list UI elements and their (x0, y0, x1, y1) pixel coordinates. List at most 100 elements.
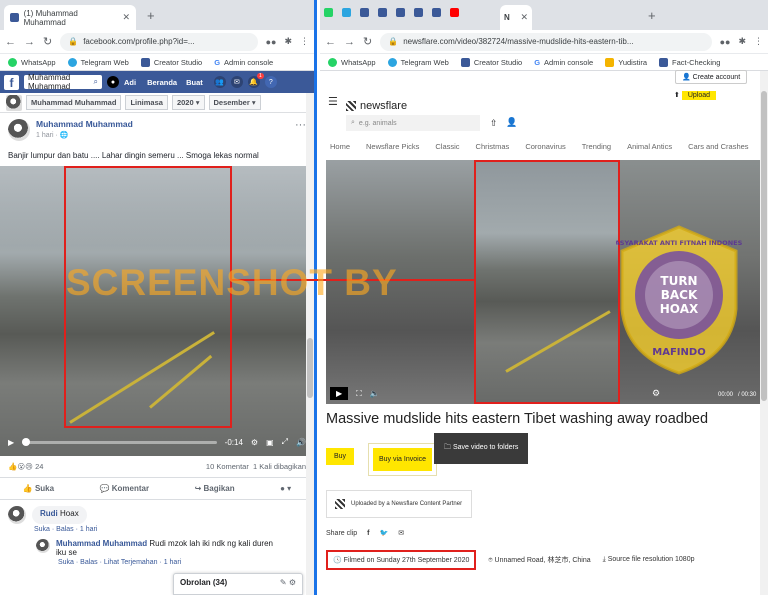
like-button[interactable]: 👍 Suka (23, 484, 54, 493)
author-avatar[interactable] (8, 119, 30, 141)
bookmark-whatsapp[interactable]: WhatsApp (328, 57, 376, 67)
tab-facebook[interactable]: (1) Muhammad Muhammad ✕ (4, 5, 136, 30)
background-tab-favicon-icon[interactable] (360, 8, 369, 17)
comment-count[interactable]: 10 Komentar (206, 462, 249, 471)
close-tab-icon[interactable]: ✕ (520, 12, 528, 23)
fullscreen-icon[interactable]: ⤢ (282, 437, 288, 447)
address-bar[interactable]: 🔒 facebook.com/profile.php?id=... (60, 32, 258, 51)
user-icon[interactable]: 👤 (506, 117, 517, 128)
email-share-icon[interactable]: ✉ (398, 529, 404, 537)
profile-name-button[interactable]: Muhammad Muhammad (26, 95, 122, 110)
back-icon[interactable]: ← (5, 36, 16, 48)
background-tab-favicon-icon[interactable] (342, 8, 351, 17)
right-scrollbar[interactable] (760, 71, 768, 595)
hamburger-menu-icon[interactable]: ☰ (328, 95, 338, 108)
bookmark-creator-studio[interactable]: Creator Studio (140, 57, 202, 67)
category-tab[interactable]: Newsflare Picks (366, 142, 419, 151)
reaction-summary[interactable]: 👍😮😢 24 (8, 462, 43, 471)
upload-icon[interactable]: ⇧ (490, 118, 498, 129)
newsflare-search-input[interactable]: ⌕ e.g. animals (346, 115, 480, 131)
reply-avatar[interactable] (36, 539, 50, 553)
bookmark-yudistira[interactable]: Yudistira (605, 57, 647, 67)
play-icon[interactable]: ▶ (8, 438, 14, 447)
bookmark-admin-console[interactable]: G Admin console (214, 58, 273, 67)
background-tab-favicon-icon[interactable] (414, 8, 423, 17)
post-time[interactable]: 1 hari · 🌐 (36, 131, 133, 139)
bookmark-whatsapp[interactable]: WhatsApp (8, 57, 56, 67)
commenter-avatar[interactable] (8, 506, 26, 524)
category-tab[interactable]: Animal Antics (627, 142, 672, 151)
upload-button[interactable]: ⬆ Upload (674, 91, 716, 100)
puzzle-icon[interactable]: ✱ (284, 36, 292, 47)
chat-options-icon[interactable]: ✎ ⚙ (280, 578, 296, 587)
reply-links[interactable]: Suka · Balas · Lihat Terjemahan · 1 hari (0, 557, 314, 566)
facebook-search-input[interactable]: Muhammad Muhammad ⌕ (24, 73, 102, 91)
category-tab[interactable]: Home (330, 142, 350, 151)
bookmark-telegram[interactable]: Telegram Web (67, 57, 129, 67)
category-tab[interactable]: Cars and Crashes (688, 142, 748, 151)
category-tab[interactable]: Classic (435, 142, 459, 151)
bookmark-admin-console[interactable]: G Admin console (534, 58, 593, 67)
nav-create[interactable]: Buat (186, 78, 203, 87)
buy-invoice-button[interactable]: Buy via Invoice (368, 443, 438, 476)
share-button[interactable]: ↪ Bagikan (195, 484, 235, 493)
timeline-button[interactable]: Linimasa (125, 95, 168, 110)
nav-home[interactable]: Beranda (147, 78, 177, 87)
twitter-share-icon[interactable]: 🐦 (379, 529, 388, 537)
category-tab[interactable]: Coronavirus (525, 142, 565, 151)
settings-icon[interactable]: ⚙ (251, 438, 258, 447)
bookmark-fact-checking[interactable]: Fact-Checking (659, 57, 720, 67)
comment-button[interactable]: 💬 Komentar (100, 484, 150, 493)
chat-bar[interactable]: Obrolan (34) ✎ ⚙ (173, 573, 303, 595)
left-scrollbar[interactable] (306, 93, 314, 595)
new-tab-icon[interactable]: + (147, 8, 155, 23)
tab-newsflare[interactable]: N ✕ (500, 5, 532, 30)
video-progress-bar[interactable] (22, 437, 217, 446)
forward-icon[interactable]: → (24, 36, 35, 48)
background-tab-favicon-icon[interactable] (432, 8, 441, 17)
search-icon[interactable]: ⌕ (94, 77, 98, 87)
help-icon[interactable]: ? (264, 76, 277, 88)
bookmark-creator-studio[interactable]: Creator Studio (460, 57, 522, 67)
extension-icon[interactable]: ●● (266, 37, 277, 47)
buy-button[interactable]: Buy (326, 448, 355, 465)
volume-icon[interactable]: 🔈 (370, 389, 380, 398)
forward-icon[interactable]: → (344, 36, 355, 48)
volume-icon[interactable]: 🔊 (296, 438, 306, 447)
address-bar[interactable]: 🔒 newsflare.com/video/382724/massive-muds… (380, 32, 712, 51)
share-count[interactable]: 1 Kali dibagikan (253, 462, 306, 471)
fullscreen-icon[interactable]: ⛶ (356, 389, 362, 399)
settings-icon[interactable]: ⚙ (652, 388, 660, 399)
menu-icon[interactable]: ⋮ (754, 36, 763, 47)
reply-author[interactable]: Muhammad Muhammad (56, 539, 147, 548)
extension-icon[interactable]: ●● (720, 37, 731, 47)
comment-links[interactable]: Suka · Balas · 1 hari (0, 524, 314, 533)
nav-user[interactable]: Adi (124, 78, 136, 87)
friends-icon[interactable]: 👥 (213, 76, 226, 88)
create-account-button[interactable]: 👤 Create account (675, 70, 748, 84)
comment-author[interactable]: Rudi (40, 509, 58, 518)
profile-avatar[interactable] (6, 94, 22, 111)
audience-selector[interactable]: ● ▾ (280, 484, 291, 493)
year-dropdown[interactable]: 2020 ▾ (171, 95, 205, 110)
reload-icon[interactable]: ↻ (43, 35, 52, 48)
back-icon[interactable]: ← (325, 36, 336, 48)
play-icon[interactable]: ▶ (330, 387, 349, 400)
puzzle-icon[interactable]: ✱ (738, 36, 746, 47)
save-folders-button[interactable]: 🗀 Save video to folders (434, 433, 529, 464)
facebook-video-player[interactable]: ▶ -0:14 ⚙ ▣ ⤢ 🔊 (0, 166, 314, 456)
background-tab-favicon-icon[interactable] (450, 8, 459, 17)
facebook-logo-icon[interactable]: f (4, 74, 19, 90)
background-tab-favicon-icon[interactable] (324, 8, 333, 17)
messenger-icon[interactable]: ✉ (230, 76, 243, 88)
close-tab-icon[interactable]: ✕ (122, 12, 130, 23)
facebook-share-icon[interactable]: f (367, 530, 369, 537)
month-dropdown[interactable]: Desember ▾ (208, 95, 261, 110)
pip-icon[interactable]: ▣ (266, 438, 274, 447)
user-avatar-icon[interactable]: ● (107, 76, 119, 88)
reload-icon[interactable]: ↻ (363, 35, 372, 48)
notifications-icon[interactable]: 🔔 1 (247, 73, 264, 88)
newsflare-logo[interactable]: newsflare (346, 100, 407, 112)
category-tab[interactable]: Trending (582, 142, 611, 151)
menu-icon[interactable]: ⋮ (300, 36, 309, 47)
